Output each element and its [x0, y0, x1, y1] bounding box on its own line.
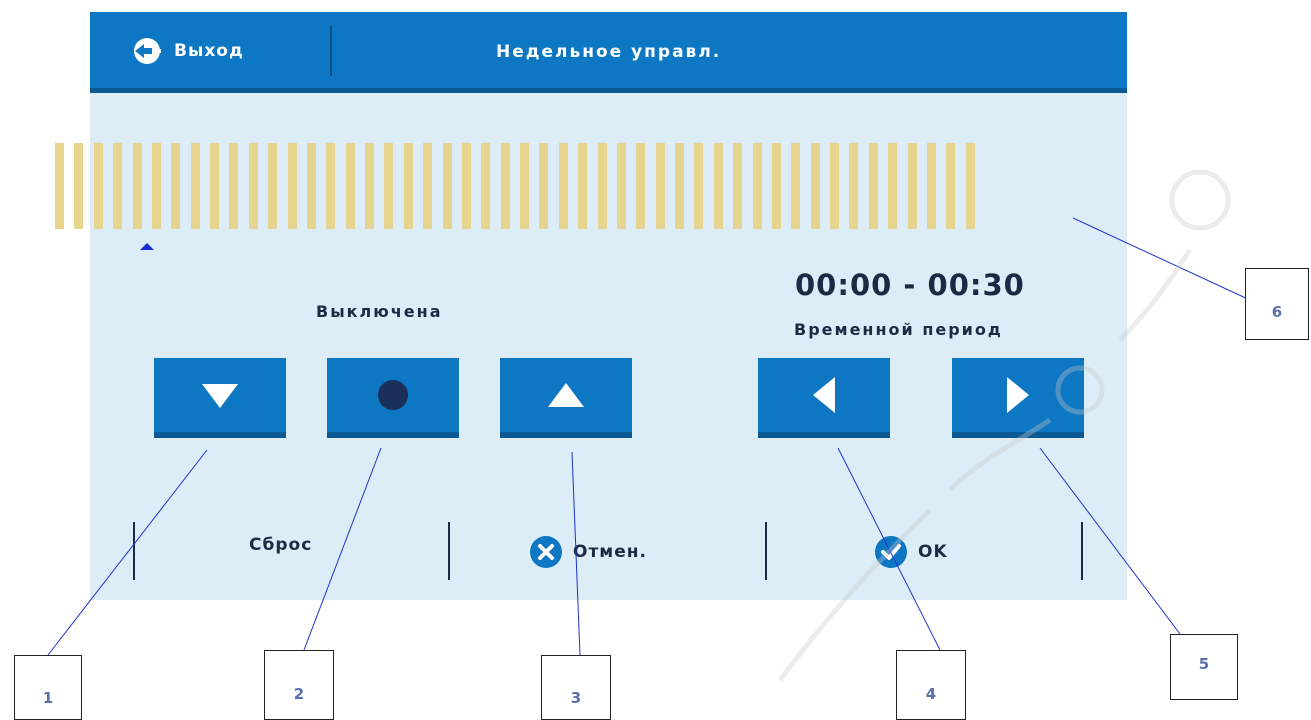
callout-6: 6: [1245, 268, 1309, 340]
callout-3: 3: [541, 655, 611, 720]
callout-1: 1: [14, 655, 82, 720]
callout-4: 4: [896, 650, 966, 720]
callout-lines: [47, 217, 1251, 656]
callout-5: 5: [1170, 634, 1238, 700]
callout-2: 2: [264, 650, 334, 720]
